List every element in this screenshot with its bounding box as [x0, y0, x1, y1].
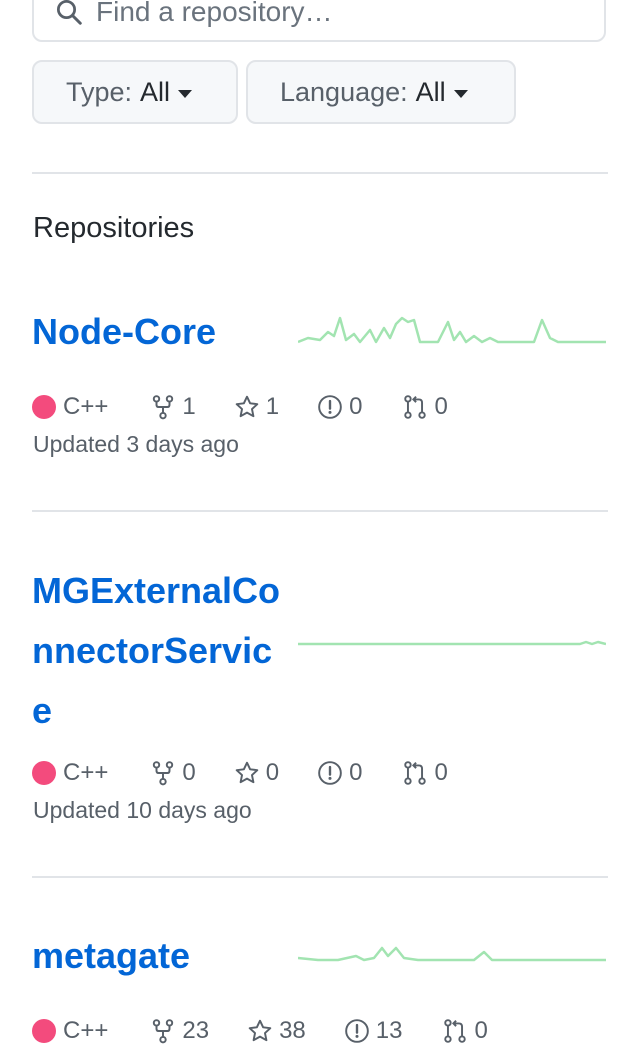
issues-value: 13: [375, 1017, 403, 1044]
repo-name-link[interactable]: metagate: [32, 926, 190, 986]
repo-meta: C++ 23 38 13 0: [32, 1013, 488, 1049]
forks-value: 23: [182, 1017, 210, 1044]
activity-sparkline: [298, 316, 606, 344]
forks-count[interactable]: 23: [150, 1017, 209, 1045]
language: C++: [32, 393, 108, 421]
stars-count[interactable]: 38: [247, 1017, 306, 1045]
search-box[interactable]: [32, 0, 606, 42]
updated-time: Updated 10 days ago: [33, 797, 252, 823]
forks-count[interactable]: 0: [150, 759, 196, 787]
stars-count[interactable]: 0: [234, 759, 279, 787]
language-label: C++: [63, 393, 109, 420]
repo-meta: C++ 0 0 0 0: [32, 755, 448, 791]
stars-value: 1: [265, 393, 280, 420]
language: C++: [32, 759, 108, 787]
language: C++: [32, 1017, 108, 1045]
search-input[interactable]: [96, 0, 576, 28]
forks-value: 1: [182, 393, 196, 420]
activity-sparkline: [298, 946, 606, 962]
language-color-dot: [32, 761, 56, 785]
language-filter-label: Language:: [280, 76, 408, 107]
activity-sparkline: [298, 640, 606, 646]
issue-icon: [318, 395, 342, 419]
issue-icon: [344, 1019, 369, 1043]
type-filter-dropdown[interactable]: Type: All: [32, 60, 238, 124]
stars-value: 38: [279, 1017, 306, 1044]
issues-value: 0: [349, 393, 363, 420]
forks-value: 0: [182, 759, 196, 786]
pull-request-icon: [404, 761, 427, 785]
search-icon: [57, 0, 82, 25]
pulls-value: 0: [434, 393, 448, 420]
issues-count[interactable]: 13: [344, 1017, 403, 1045]
issues-value: 0: [349, 759, 363, 786]
language-color-dot: [32, 1019, 56, 1043]
type-filter-label: Type:: [66, 76, 133, 107]
repo-name-link[interactable]: Node-Core: [32, 302, 216, 362]
star-icon: [235, 395, 259, 418]
repo-name-link[interactable]: MGExternalCo nnectorServic e: [32, 561, 280, 741]
caret-down-icon: [178, 89, 193, 98]
caret-down-icon: [453, 89, 468, 98]
language-color-dot: [32, 395, 56, 419]
fork-icon: [153, 761, 174, 786]
issue-icon: [318, 761, 342, 785]
divider: [32, 510, 608, 512]
forks-count[interactable]: 1: [150, 393, 196, 421]
language-filter-dropdown[interactable]: Language: All: [246, 60, 516, 124]
repository-list-page: Type: All Language: All Repositories Nod…: [0, 0, 640, 1052]
repo-name-line: nnectorServic: [32, 630, 273, 671]
updated-time: Updated 3 days ago: [33, 431, 239, 457]
star-icon: [248, 1019, 272, 1042]
star-icon: [235, 761, 259, 784]
pull-requests-count[interactable]: 0: [402, 393, 448, 421]
repo-name-line: MGExternalCo: [32, 570, 281, 611]
language-label: C++: [63, 1017, 109, 1044]
divider: [32, 172, 608, 174]
type-filter-value: All: [140, 76, 171, 107]
repo-meta: C++ 1 1 0 0: [32, 389, 448, 425]
pulls-value: 0: [474, 1017, 488, 1044]
pull-requests-count[interactable]: 0: [442, 1017, 488, 1045]
language-label: C++: [63, 759, 109, 786]
issues-count[interactable]: 0: [317, 393, 362, 421]
fork-icon: [153, 395, 174, 420]
stars-count[interactable]: 1: [234, 393, 279, 421]
pull-request-icon: [404, 395, 427, 419]
repo-name-line: e: [32, 690, 53, 731]
language-filter-value: All: [415, 76, 446, 107]
fork-icon: [153, 1019, 174, 1044]
issues-count[interactable]: 0: [317, 759, 362, 787]
divider: [32, 876, 608, 878]
pull-requests-count[interactable]: 0: [402, 759, 448, 787]
pulls-value: 0: [434, 759, 448, 786]
pull-request-icon: [444, 1019, 467, 1043]
stars-value: 0: [265, 759, 280, 786]
section-heading: Repositories: [33, 212, 195, 244]
